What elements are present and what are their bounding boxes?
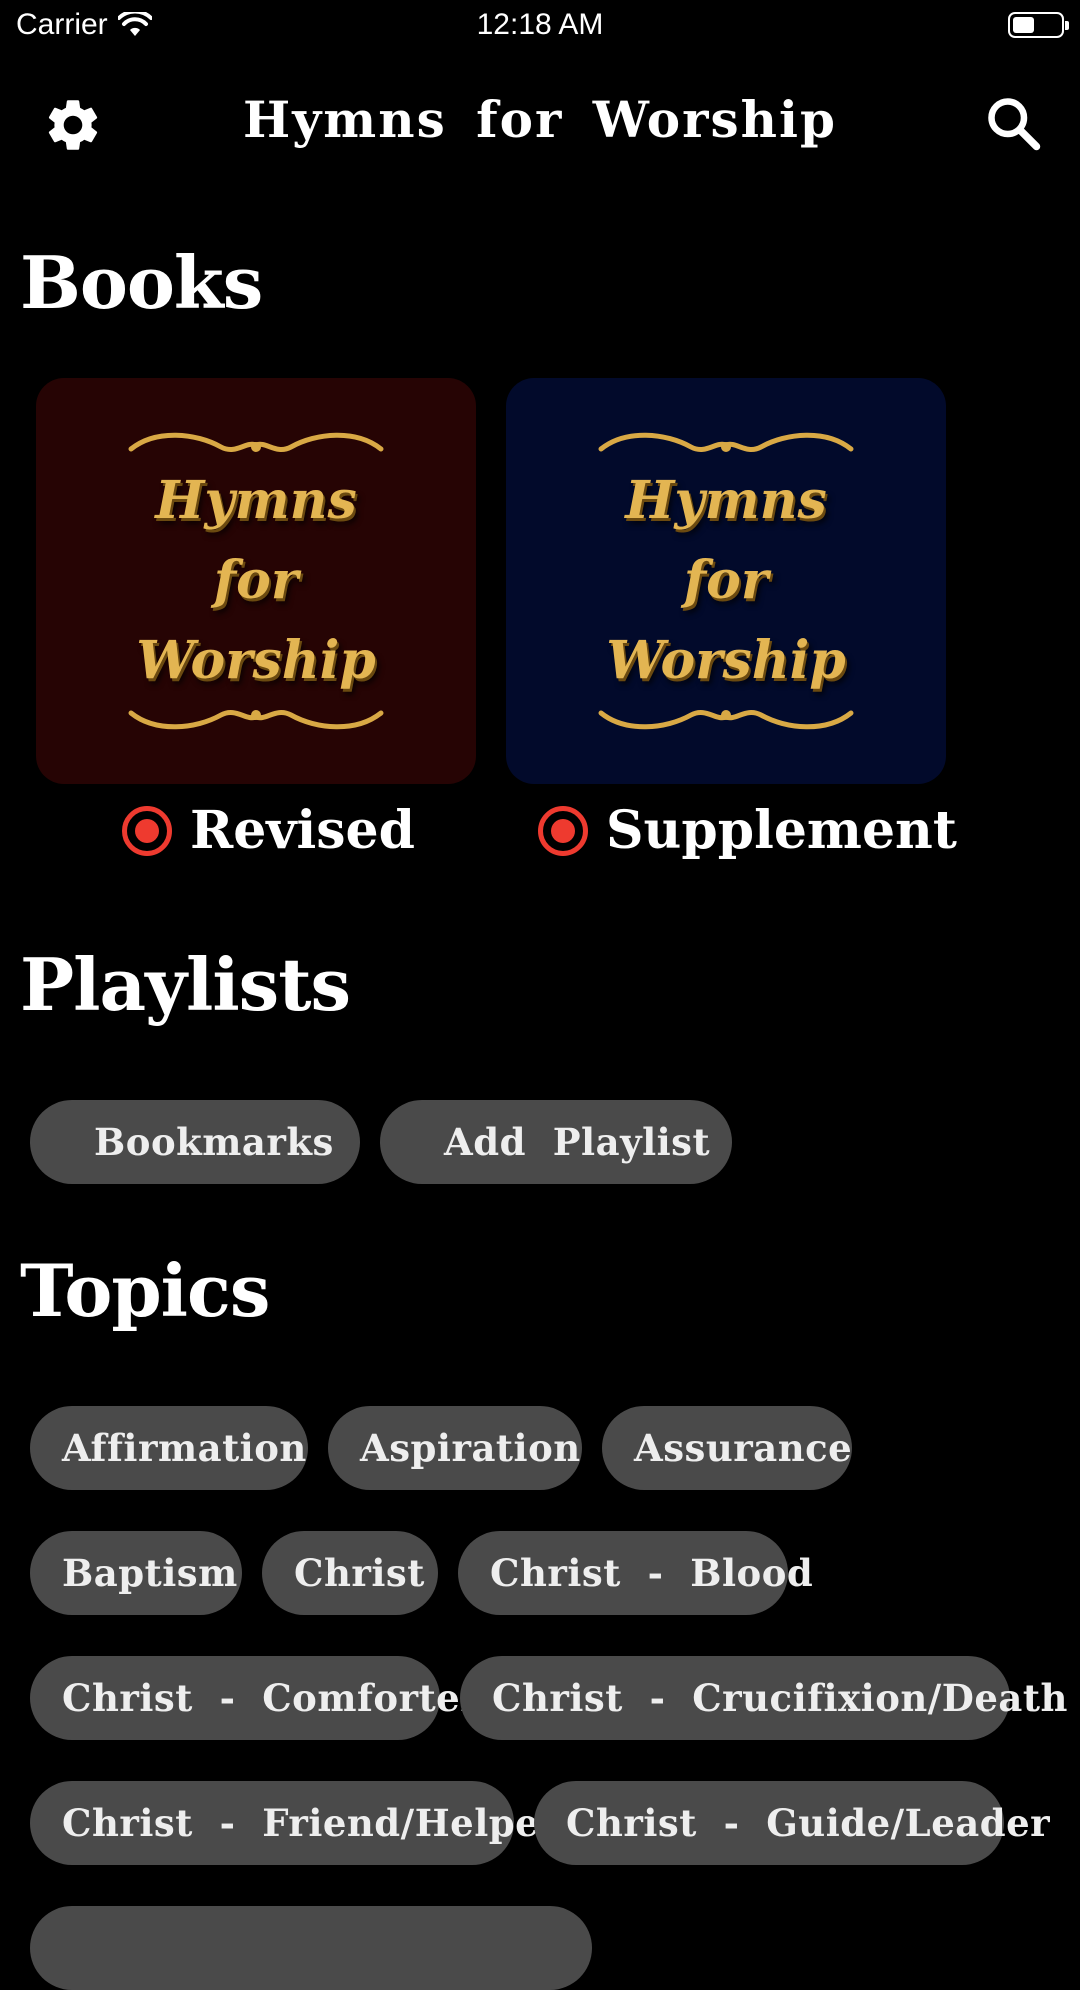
topic-chip[interactable]: Christ - Guide/Leader bbox=[534, 1781, 1050, 1865]
flourish-top-icon bbox=[598, 432, 854, 452]
playlists-heading: Playlists bbox=[20, 942, 351, 1027]
flourish-bottom-icon bbox=[598, 710, 854, 730]
flourish-bottom-icon bbox=[128, 710, 384, 730]
radio-selected-icon[interactable] bbox=[122, 805, 172, 856]
topic-chip[interactable]: Christ bbox=[262, 1531, 438, 1615]
topic-chip[interactable]: Christ - Crucifixion/Death bbox=[460, 1656, 1067, 1740]
topics-heading: Topics bbox=[20, 1248, 270, 1333]
books-heading: Books bbox=[20, 240, 263, 325]
book-cover-supplement[interactable]: Hymns for Worship bbox=[506, 378, 946, 784]
cover-line: Worship bbox=[136, 630, 376, 691]
battery-fill bbox=[1013, 17, 1034, 33]
book-cover-title: Hymns for Worship bbox=[606, 461, 845, 701]
battery-icon bbox=[1008, 12, 1069, 38]
topic-chip[interactable]: Assurance bbox=[602, 1406, 852, 1490]
add-playlist-button[interactable]: Add Playlist bbox=[380, 1100, 732, 1184]
topic-chip[interactable]: Baptism bbox=[30, 1531, 242, 1615]
playlist-bookmarks[interactable]: Bookmarks bbox=[30, 1100, 360, 1184]
search-icon[interactable] bbox=[984, 94, 1044, 154]
cover-line: for bbox=[213, 550, 299, 611]
book-cover-title: Hymns for Worship bbox=[136, 461, 375, 701]
topic-chip[interactable]: Christ - Blood bbox=[458, 1531, 813, 1615]
topic-chip[interactable]: Affirmation bbox=[30, 1406, 308, 1490]
topic-chip[interactable]: Christ - Friend/Helper bbox=[30, 1781, 559, 1865]
cover-line: Hymns bbox=[625, 470, 827, 531]
flourish-top-icon bbox=[128, 432, 384, 452]
cover-line: for bbox=[683, 550, 769, 611]
playlist-label: Bookmarks bbox=[94, 1120, 334, 1164]
book-cover-revised[interactable]: Hymns for Worship bbox=[36, 378, 476, 784]
book-label-text: Revised bbox=[190, 800, 415, 861]
topic-chip-partial[interactable] bbox=[30, 1906, 592, 1990]
app-title: Hymns for Worship bbox=[243, 90, 837, 149]
book-label-text: Supplement bbox=[606, 800, 957, 861]
radio-selected-icon[interactable] bbox=[538, 805, 588, 856]
book-select-revised[interactable]: Revised bbox=[122, 800, 415, 861]
playlist-label: Add Playlist bbox=[444, 1120, 711, 1164]
status-time: 12:18 AM bbox=[476, 8, 604, 41]
nav-bar: Hymns for Worship bbox=[0, 70, 1080, 180]
cover-line: Worship bbox=[606, 630, 846, 691]
cover-line: Hymns bbox=[155, 470, 357, 531]
topic-chip[interactable]: Christ - Comforter bbox=[30, 1656, 480, 1740]
book-select-supplement[interactable]: Supplement bbox=[538, 800, 957, 861]
topic-chip[interactable]: Aspiration bbox=[328, 1406, 582, 1490]
status-bar: Carrier 12:18 AM bbox=[0, 0, 1080, 54]
